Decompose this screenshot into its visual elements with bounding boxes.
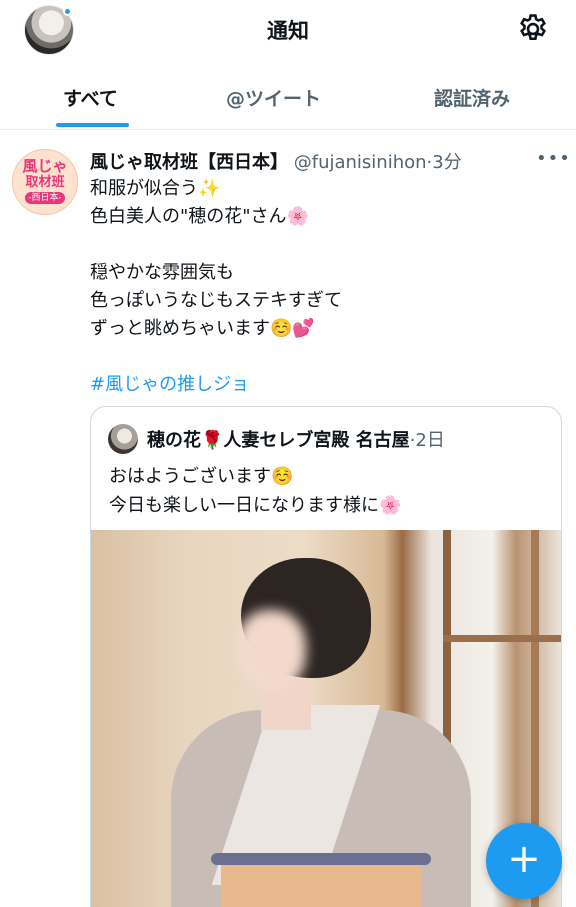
quoted-author-avatar	[108, 424, 138, 454]
quoted-author-name: 穂の花🌹人妻セレブ宮殿 名古屋	[147, 430, 410, 451]
page-title: 通知	[267, 19, 309, 43]
ellipsis-icon[interactable]: •••	[536, 148, 571, 169]
avatar-logo-line: 風じゃ	[22, 157, 68, 175]
app-header: 通知	[0, 0, 576, 62]
hashtag-link[interactable]: #風じゃの推しジョ	[90, 371, 550, 399]
tweet-time[interactable]: 3分	[432, 152, 461, 172]
tweet-line	[90, 343, 550, 371]
tweet-line: 和服が似合う✨	[90, 178, 221, 199]
quoted-time: 2日	[415, 430, 445, 451]
tweet-body: 和服が似合う✨ 色白美人の"穂の花"さん🌸 穏やかな雰囲気も 色っぽいうなじもス…	[90, 175, 550, 399]
compose-plus-icon: +	[507, 836, 541, 882]
quoted-header: 穂の花🌹人妻セレブ宮殿 名古屋·2日	[147, 426, 557, 452]
tab-verified[interactable]: 認証済み	[434, 84, 510, 111]
tweet-author-avatar[interactable]: 風じゃ 取材班 -西日本-	[12, 149, 78, 215]
compose-button[interactable]: +	[486, 823, 562, 899]
tab-mentions[interactable]: @ツイート	[226, 84, 321, 111]
quoted-tweet-card[interactable]: 穂の花🌹人妻セレブ宮殿 名古屋·2日 おはようございます☺️ 今日も楽しい一日に…	[90, 406, 562, 907]
obi-sash	[221, 860, 421, 907]
avatar-logo-line: -西日本-	[25, 192, 65, 204]
blurred-face	[236, 610, 306, 690]
tweet-author-handle[interactable]: @fujanisinihon	[294, 152, 427, 172]
tweet-author-name[interactable]: 風じゃ取材班【西日本】	[90, 152, 288, 172]
gear-icon[interactable]	[516, 12, 550, 46]
tweet-line: 色っぽいうなじもステキすぎて	[90, 290, 342, 311]
tweet-line	[90, 231, 550, 259]
quoted-body: おはようございます☺️ 今日も楽しい一日になります様に🌸	[109, 462, 549, 520]
quoted-line: 今日も楽しい一日になります様に🌸	[109, 495, 402, 516]
tab-all[interactable]: すべて	[63, 84, 118, 111]
active-tab-indicator	[56, 123, 129, 127]
tweet-line: 色白美人の"穂の花"さん🌸	[90, 206, 309, 227]
obi-cord	[211, 853, 431, 865]
tweet-header: 風じゃ取材班【西日本】 @fujanisinihon·3分	[90, 148, 550, 172]
tweet-line: 穏やかな雰囲気も	[90, 262, 234, 283]
quoted-line: おはようございます☺️	[109, 466, 294, 487]
notification-tabs: すべて @ツイート 認証済み	[0, 62, 576, 130]
window-bar	[443, 635, 561, 642]
tweet-line: ずっと眺めちゃいます☺️💕	[90, 318, 315, 339]
avatar-logo-line: 取材班	[25, 175, 65, 190]
